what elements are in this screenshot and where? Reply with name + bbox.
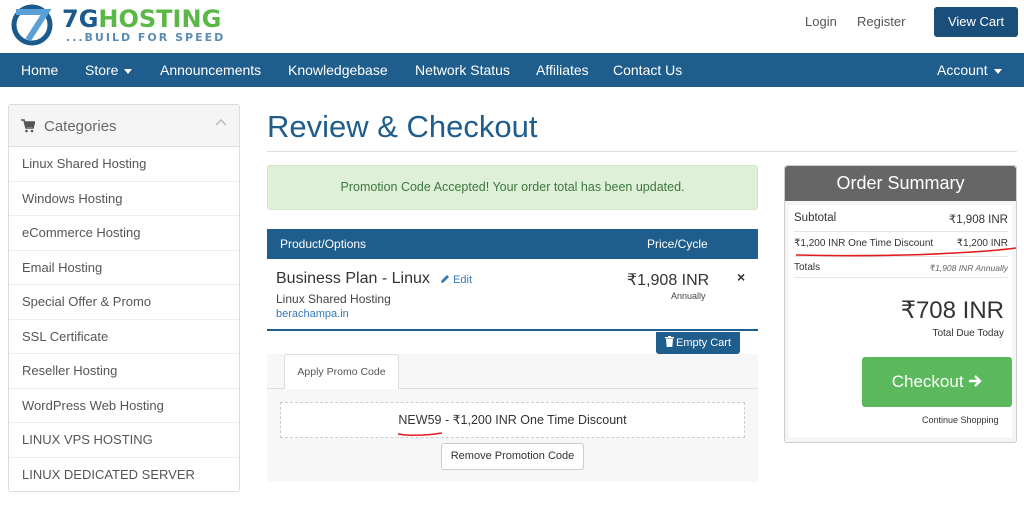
promo-success-alert: Promotion Code Accepted! Your order tota… — [267, 165, 758, 210]
cart-item-row: Business Plan - Linux Edit Linux Shared … — [267, 259, 758, 331]
pencil-icon — [441, 275, 449, 283]
trash-icon — [664, 336, 674, 347]
remove-promotion-code-button[interactable]: Remove Promotion Code — [441, 443, 584, 470]
sidebar-item-special-offer[interactable]: Special Offer & Promo — [9, 285, 239, 320]
order-summary-title: Order Summary — [785, 166, 1016, 201]
total-due-label: Total Due Today — [932, 328, 1004, 339]
summary-divider — [794, 277, 1008, 278]
logo-wordmark: 7GHOSTING — [62, 6, 221, 32]
nav-home[interactable]: Home — [21, 53, 58, 87]
checkout-button[interactable]: Checkout — [862, 357, 1012, 407]
chevron-up-icon[interactable] — [215, 117, 227, 129]
nav-network-status[interactable]: Network Status — [415, 53, 510, 87]
sidebar-item-email-hosting[interactable]: Email Hosting — [9, 251, 239, 285]
promo-panel: Apply Promo Code NEW59 - ₹1,200 INR One … — [267, 354, 758, 482]
nav-announcements-label: Announcements — [160, 62, 262, 78]
totals-label: Totals — [794, 262, 821, 273]
totals-value: ₹1,908 INR Annually — [929, 263, 1008, 273]
page-title: Review & Checkout — [267, 109, 538, 144]
sidebar-item-ssl-certificate[interactable]: SSL Certificate — [9, 320, 239, 354]
cart-table-header: Product/Options Price/Cycle — [267, 229, 758, 259]
item-edit-label: Edit — [453, 274, 473, 286]
login-link[interactable]: Login — [805, 14, 837, 29]
site-logo[interactable]: 7GHOSTING ...BUILD FOR SPEED — [10, 4, 225, 46]
caret-down-icon — [993, 68, 1002, 74]
nav-knowledgebase-label: Knowledgebase — [288, 62, 388, 78]
logo-brand-a: 7G — [62, 5, 99, 33]
total-due-amount: ₹708 INR — [900, 297, 1004, 324]
applied-promo-code: NEW59 - ₹1,200 INR One Time Discount — [280, 402, 745, 438]
nav-account[interactable]: Account — [937, 53, 1002, 87]
nav-contact-us[interactable]: Contact Us — [613, 53, 682, 87]
nav-network-status-label: Network Status — [415, 62, 510, 78]
nav-announcements[interactable]: Announcements — [160, 53, 261, 87]
sidebar-item-ecommerce-hosting[interactable]: eCommerce Hosting — [9, 216, 239, 251]
categories-title: Categories — [44, 118, 117, 135]
shopping-cart-icon — [21, 119, 35, 133]
nav-account-label: Account — [937, 62, 988, 78]
register-link[interactable]: Register — [857, 14, 905, 29]
subtotal-label: Subtotal — [794, 212, 837, 224]
checkout-label: Checkout — [891, 372, 964, 391]
caret-down-icon — [124, 68, 133, 74]
item-product-name: Business Plan - Linux — [276, 270, 430, 287]
empty-cart-button[interactable]: Empty Cart — [656, 332, 740, 354]
logo-tagline: ...BUILD FOR SPEED — [66, 31, 226, 44]
summary-divider — [794, 231, 1008, 232]
nav-affiliates-label: Affiliates — [536, 62, 589, 78]
red-underline-annotation — [397, 432, 443, 437]
sidebar-item-wordpress-hosting[interactable]: WordPress Web Hosting — [9, 389, 239, 423]
order-summary-body: Subtotal ₹1,908 INR ₹1,200 INR One Time … — [789, 205, 1012, 437]
sidebar-item-linux-dedicated[interactable]: LINUX DEDICATED SERVER — [9, 458, 239, 493]
view-cart-button[interactable]: View Cart — [934, 7, 1018, 37]
item-product-group: Linux Shared Hosting — [276, 292, 391, 306]
nav-contact-us-label: Contact Us — [613, 62, 683, 78]
col-product-options: Product/Options — [280, 237, 367, 251]
nav-knowledgebase[interactable]: Knowledgebase — [288, 53, 388, 87]
item-domain: berachampa.in — [276, 308, 349, 320]
logo-brand-b: HOSTING — [98, 5, 222, 33]
item-billing-cycle: Annually — [671, 291, 706, 301]
remove-item-button[interactable]: × — [737, 269, 745, 285]
categories-header[interactable]: Categories — [9, 105, 239, 147]
sidebar-item-linux-shared-hosting[interactable]: Linux Shared Hosting — [9, 147, 239, 182]
main-nav: Home Store Announcements Knowledgebase N… — [0, 53, 1024, 87]
item-price: ₹1,908 INR — [627, 272, 710, 289]
title-divider — [267, 151, 1017, 152]
categories-sidebar: Categories Linux Shared Hosting Windows … — [8, 104, 240, 492]
col-price-cycle: Price/Cycle — [647, 237, 708, 251]
nav-store-label: Store — [85, 62, 119, 78]
tab-apply-promo-code[interactable]: Apply Promo Code — [284, 354, 399, 389]
nav-affiliates[interactable]: Affiliates — [536, 53, 589, 87]
red-underline-annotation — [795, 247, 1017, 257]
order-summary: Order Summary Subtotal ₹1,908 INR ₹1,200… — [784, 165, 1017, 443]
continue-shopping-link[interactable]: Continue Shopping — [922, 415, 999, 425]
sidebar-item-windows-hosting[interactable]: Windows Hosting — [9, 182, 239, 216]
sidebar-item-linux-vps[interactable]: LINUX VPS HOSTING — [9, 423, 239, 458]
item-edit-link[interactable]: Edit — [440, 274, 472, 286]
sidebar-item-reseller-hosting[interactable]: Reseller Hosting — [9, 354, 239, 389]
arrow-right-icon — [969, 375, 982, 387]
nav-store[interactable]: Store — [85, 53, 133, 87]
empty-cart-label: Empty Cart — [675, 337, 731, 349]
nav-home-label: Home — [21, 62, 59, 78]
site-header: 7GHOSTING ...BUILD FOR SPEED Login Regis… — [0, 0, 1024, 53]
subtotal-value: ₹1,908 INR — [948, 214, 1008, 226]
logo-mark-icon — [11, 4, 53, 46]
